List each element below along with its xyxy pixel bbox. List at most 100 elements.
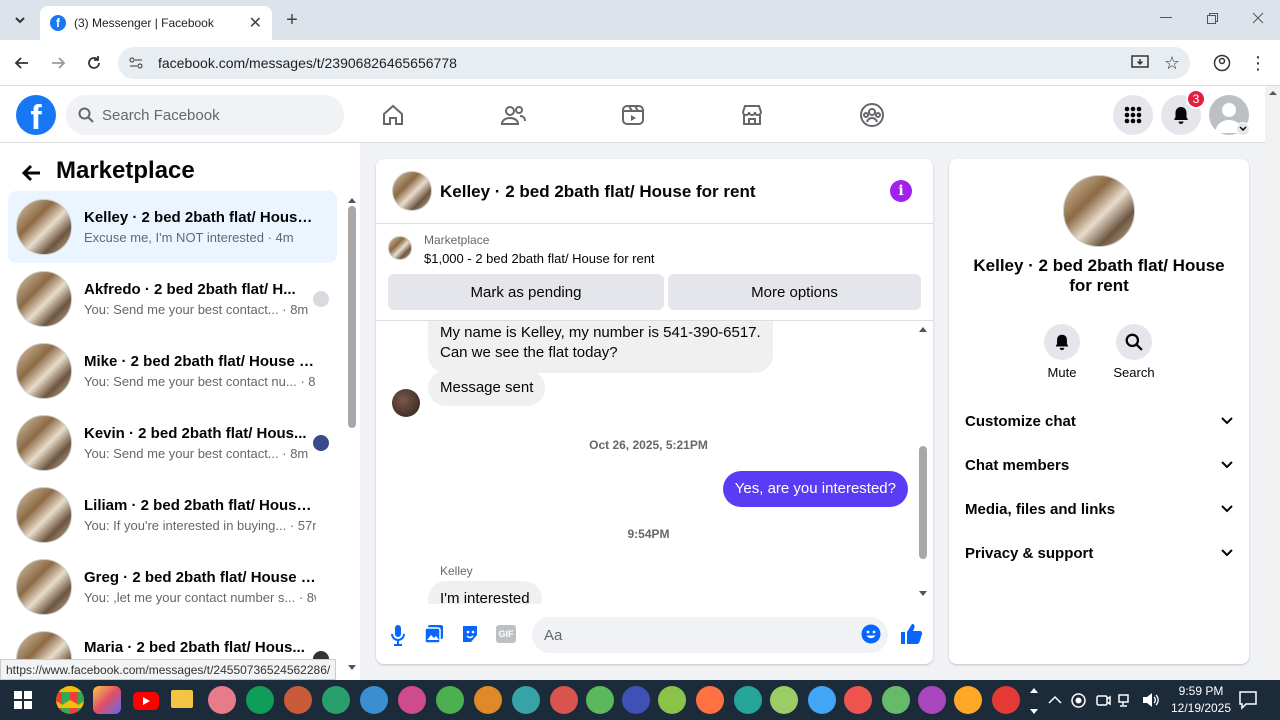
video-icon[interactable] bbox=[618, 100, 648, 130]
message-bubble[interactable]: My name is Kelley, my number is 541-390-… bbox=[428, 321, 773, 373]
address-bar[interactable]: facebook.com/messages/t/2390682646565677… bbox=[118, 47, 1190, 79]
notification-center-icon[interactable] bbox=[1238, 690, 1258, 710]
youtube-taskbar-icon[interactable] bbox=[133, 692, 159, 710]
chrome-profile-taskbar-icon[interactable] bbox=[284, 686, 312, 714]
chat-members-section[interactable]: Chat members bbox=[965, 454, 1233, 476]
sender-avatar[interactable] bbox=[392, 389, 420, 417]
listing-thumbnail bbox=[16, 199, 72, 255]
gif-icon[interactable]: GIF bbox=[496, 625, 516, 643]
message-input[interactable]: Aa bbox=[532, 617, 888, 653]
conversation-item[interactable]: Kevin · 2 bed 2bath flat/ Hous... You: Se… bbox=[8, 407, 337, 479]
minimize-icon[interactable] bbox=[1156, 8, 1176, 28]
meet-now-icon[interactable] bbox=[1096, 693, 1111, 708]
browser-menu-icon[interactable]: ⋮ bbox=[1248, 53, 1268, 73]
conversation-item[interactable]: Liliam · 2 bed 2bath flat/ House ... You:… bbox=[8, 479, 337, 551]
microphone-icon[interactable] bbox=[388, 624, 408, 646]
new-tab-icon[interactable]: + bbox=[282, 9, 302, 31]
chrome-profile-taskbar-icon[interactable] bbox=[550, 686, 578, 714]
chrome-profile-taskbar-icon[interactable] bbox=[322, 686, 350, 714]
volume-icon[interactable] bbox=[1142, 692, 1160, 708]
network-icon[interactable] bbox=[1118, 693, 1134, 708]
listing-avatar[interactable] bbox=[1063, 175, 1135, 247]
chrome-profile-taskbar-icon[interactable] bbox=[808, 686, 836, 714]
mark-as-pending-button[interactable]: Mark as pending bbox=[388, 274, 664, 310]
record-icon[interactable] bbox=[1071, 693, 1086, 708]
conversation-item[interactable]: Akfredo · 2 bed 2bath flat/ H... You: Sen… bbox=[8, 263, 337, 335]
chrome-taskbar-icon[interactable] bbox=[56, 686, 84, 714]
chrome-profile-taskbar-icon[interactable] bbox=[844, 686, 872, 714]
forward-arrow-icon[interactable] bbox=[48, 53, 68, 73]
chrome-profile-taskbar-icon[interactable] bbox=[992, 686, 1020, 714]
paint-taskbar-icon[interactable] bbox=[208, 686, 236, 714]
search-icon[interactable] bbox=[1116, 324, 1152, 360]
message-bubble[interactable]: Yes, are you interested? bbox=[722, 471, 908, 507]
tab-close-icon[interactable]: ✕ bbox=[249, 13, 262, 33]
chrome-profile-taskbar-icon[interactable] bbox=[882, 686, 910, 714]
chat-title[interactable]: Kelley · 2 bed 2bath flat/ House for ren… bbox=[440, 182, 756, 202]
browser-tab[interactable]: f (3) Messenger | Facebook ✕ bbox=[40, 6, 272, 40]
site-info-icon[interactable] bbox=[128, 55, 144, 71]
sticker-icon[interactable] bbox=[460, 624, 480, 644]
conversation-item[interactable]: Greg · 2 bed 2bath flat/ House f... You: … bbox=[8, 551, 337, 623]
emoji-icon[interactable] bbox=[861, 624, 881, 644]
chrome-profile-taskbar-icon[interactable] bbox=[918, 686, 946, 714]
message-bubble[interactable]: Message sent bbox=[428, 370, 546, 406]
taskbar-clock[interactable]: 9:59 PM 12/19/2025 bbox=[1160, 683, 1242, 717]
chrome-profile-taskbar-icon[interactable] bbox=[436, 686, 464, 714]
show-hidden-icons-chevron-icon[interactable] bbox=[1048, 694, 1062, 706]
account-chevron-down-icon[interactable] bbox=[1236, 122, 1250, 136]
conversation-name: Akfredo · 2 bed 2bath flat/ H... bbox=[84, 281, 296, 298]
groups-icon[interactable] bbox=[857, 100, 887, 130]
message-bubble[interactable]: I'm interested bbox=[428, 581, 542, 604]
info-icon[interactable]: i bbox=[890, 180, 912, 202]
friends-icon[interactable] bbox=[498, 100, 528, 130]
chrome-profile-taskbar-icon[interactable] bbox=[474, 686, 502, 714]
chrome-profile-taskbar-icon[interactable] bbox=[246, 686, 274, 714]
chrome-profile-taskbar-icon[interactable] bbox=[586, 686, 614, 714]
chat-avatar[interactable] bbox=[392, 171, 432, 211]
marketplace-icon[interactable] bbox=[737, 100, 767, 130]
chrome-profile-taskbar-icon[interactable] bbox=[696, 686, 724, 714]
copilot-taskbar-icon[interactable] bbox=[93, 686, 121, 714]
more-options-button[interactable]: More options bbox=[668, 274, 921, 310]
search-facebook-input[interactable]: Search Facebook bbox=[66, 95, 344, 135]
chrome-profile-taskbar-icon[interactable] bbox=[734, 686, 762, 714]
mute-label[interactable]: Mute bbox=[1032, 365, 1092, 380]
chrome-profile-taskbar-icon[interactable] bbox=[658, 686, 686, 714]
page-scrollbar[interactable] bbox=[1266, 86, 1280, 680]
conversation-item[interactable]: Kelley · 2 bed 2bath flat/ House ... Excu… bbox=[8, 191, 337, 263]
customize-chat-section[interactable]: Customize chat bbox=[965, 410, 1233, 432]
chrome-profile-taskbar-icon[interactable] bbox=[770, 686, 798, 714]
back-arrow-icon[interactable] bbox=[18, 159, 46, 187]
install-app-icon[interactable] bbox=[1130, 53, 1150, 73]
photo-icon[interactable] bbox=[424, 624, 444, 644]
sidebar-scrollbar[interactable] bbox=[346, 194, 358, 674]
facebook-logo[interactable]: f bbox=[16, 95, 56, 135]
chat-scrollbar[interactable] bbox=[917, 323, 929, 601]
menu-grid-icon[interactable] bbox=[1113, 95, 1153, 135]
back-arrow-icon[interactable] bbox=[12, 53, 32, 73]
chrome-profile-taskbar-icon[interactable] bbox=[360, 686, 388, 714]
media-files-links-section[interactable]: Media, files and links bbox=[965, 498, 1233, 520]
home-icon[interactable] bbox=[378, 100, 408, 130]
file-explorer-icon[interactable] bbox=[171, 690, 193, 708]
chrome-profile-taskbar-icon[interactable] bbox=[398, 686, 426, 714]
profile-icon[interactable] bbox=[1212, 53, 1232, 73]
tab-search-icon[interactable] bbox=[8, 8, 32, 32]
restore-icon[interactable] bbox=[1202, 8, 1222, 28]
bookmark-star-icon[interactable]: ☆ bbox=[1162, 53, 1182, 73]
chrome-profile-taskbar-icon[interactable] bbox=[954, 686, 982, 714]
chrome-profile-taskbar-icon[interactable] bbox=[622, 686, 650, 714]
window-close-icon[interactable] bbox=[1248, 8, 1268, 28]
windows-start-icon[interactable] bbox=[14, 691, 32, 709]
search-placeholder: Search Facebook bbox=[102, 106, 220, 124]
search-label[interactable]: Search bbox=[1104, 365, 1164, 380]
reload-icon[interactable] bbox=[84, 53, 104, 73]
listing-price-title[interactable]: $1,000 - 2 bed 2bath flat/ House for ren… bbox=[424, 251, 655, 266]
privacy-support-section[interactable]: Privacy & support bbox=[965, 542, 1233, 564]
taskbar-scroll-arrows[interactable] bbox=[1028, 684, 1040, 718]
chrome-profile-taskbar-icon[interactable] bbox=[512, 686, 540, 714]
mute-bell-icon[interactable] bbox=[1044, 324, 1080, 360]
thumbs-up-icon[interactable] bbox=[899, 622, 923, 646]
conversation-item[interactable]: Mike · 2 bed 2bath flat/ House f... You: … bbox=[8, 335, 337, 407]
